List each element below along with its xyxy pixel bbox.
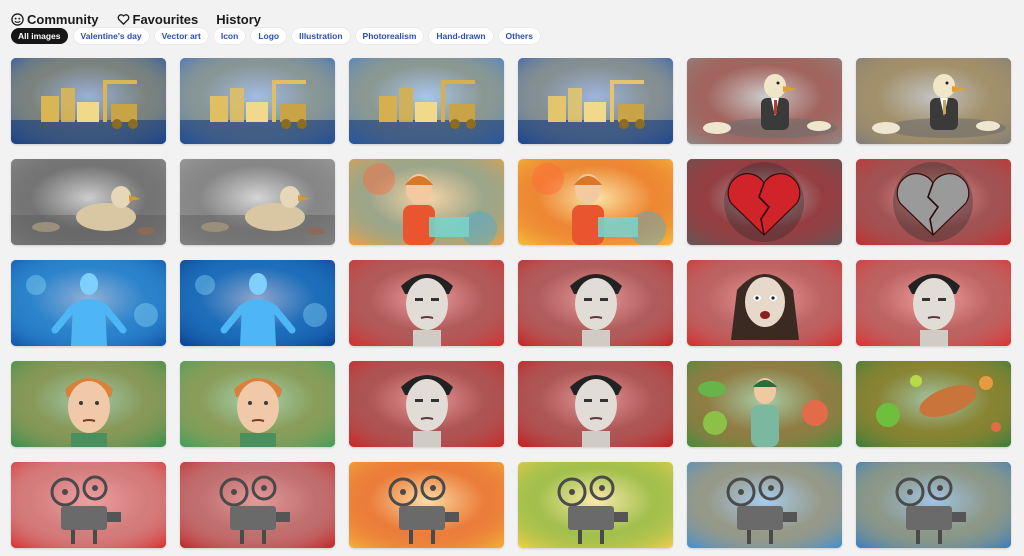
- thumbnail-artwork: [856, 159, 1011, 245]
- thumbnail-artwork: [349, 159, 504, 245]
- filter-chip-illustration[interactable]: Illustration: [292, 28, 350, 44]
- filter-chip-photorealism[interactable]: Photorealism: [355, 28, 424, 44]
- thumbnail-artwork: [518, 361, 673, 447]
- thumbnail-artwork: [180, 462, 335, 548]
- thumbnail-artwork: [856, 361, 1011, 447]
- gallery-image-broken-heart[interactable]: [687, 159, 842, 245]
- thumbnail-artwork: [349, 260, 504, 346]
- gallery-image-man-portrait[interactable]: [518, 361, 673, 447]
- gallery-image-film-projector[interactable]: [518, 462, 673, 548]
- thumbnail-artwork: [687, 462, 842, 548]
- gallery-image-toy-blocks[interactable]: [11, 58, 166, 144]
- thumbnail-artwork: [11, 159, 166, 245]
- thumbnail-artwork: [11, 462, 166, 548]
- thumbnail-artwork: [518, 58, 673, 144]
- gallery-image-ducks-in-water[interactable]: [180, 159, 335, 245]
- gallery-image-toy-blocks[interactable]: [518, 58, 673, 144]
- gallery-image-toy-blocks[interactable]: [180, 58, 335, 144]
- filter-chip-vector-art[interactable]: Vector art: [154, 28, 208, 44]
- gallery-image-woman-portrait[interactable]: [687, 260, 842, 346]
- thumbnail-artwork: [687, 260, 842, 346]
- thumbnail-artwork: [687, 361, 842, 447]
- gallery-image-boy-with-laptop[interactable]: [349, 159, 504, 245]
- nav-community[interactable]: Community: [11, 12, 99, 27]
- thumbnail-artwork: [687, 58, 842, 144]
- gallery-image-film-projector[interactable]: [349, 462, 504, 548]
- gallery-image-duck-in-suit[interactable]: [856, 58, 1011, 144]
- filter-chip-all-images[interactable]: All images: [11, 28, 68, 44]
- thumbnail-artwork: [856, 462, 1011, 548]
- thumbnail-artwork: [856, 260, 1011, 346]
- gallery-image-blue-figure[interactable]: [180, 260, 335, 346]
- filter-chip-hand-drawn[interactable]: Hand-drawn: [429, 28, 493, 44]
- filter-chip-icon[interactable]: Icon: [213, 28, 246, 44]
- thumbnail-artwork: [518, 260, 673, 346]
- thumbnail-artwork: [180, 159, 335, 245]
- community-icon: [11, 12, 24, 26]
- thumbnail-artwork: [180, 361, 335, 447]
- nav-community-label: Community: [27, 11, 99, 27]
- gallery-image-film-projector[interactable]: [856, 462, 1011, 548]
- thumbnail-artwork: [180, 260, 335, 346]
- nav-favourites[interactable]: Favourites: [117, 11, 199, 27]
- thumbnail-artwork: [349, 58, 504, 144]
- gallery-image-toy-blocks[interactable]: [349, 58, 504, 144]
- gallery-image-broken-heart[interactable]: [856, 159, 1011, 245]
- filter-chip-others[interactable]: Others: [498, 28, 540, 44]
- filter-chips: All images Valentine's day Vector art Ic…: [11, 28, 546, 45]
- nav-favourites-label: Favourites: [132, 11, 199, 27]
- filter-chip-valentines-day[interactable]: Valentine's day: [73, 28, 149, 44]
- gallery-image-germs-and-child[interactable]: [687, 361, 842, 447]
- thumbnail-artwork: [180, 58, 335, 144]
- gallery-image-man-portrait[interactable]: [856, 260, 1011, 346]
- thumbnail-artwork: [687, 159, 842, 245]
- thumbnail-artwork: [856, 58, 1011, 144]
- gallery-image-duck-in-suit[interactable]: [687, 58, 842, 144]
- gallery-image-man-portrait[interactable]: [349, 361, 504, 447]
- thumbnail-artwork: [11, 260, 166, 346]
- thumbnail-artwork: [518, 159, 673, 245]
- gallery-image-boy-with-laptop[interactable]: [518, 159, 673, 245]
- thumbnail-artwork: [11, 361, 166, 447]
- gallery-image-man-portrait-green[interactable]: [180, 361, 335, 447]
- nav-history[interactable]: History: [216, 12, 261, 27]
- heart-icon: [117, 13, 129, 25]
- gallery-image-ducks-in-water[interactable]: [11, 159, 166, 245]
- thumbnail-artwork: [518, 462, 673, 548]
- image-gallery: [11, 58, 1011, 548]
- filter-chip-logo[interactable]: Logo: [251, 28, 287, 44]
- gallery-image-germs[interactable]: [856, 361, 1011, 447]
- thumbnail-artwork: [349, 361, 504, 447]
- thumbnail-artwork: [349, 462, 504, 548]
- gallery-image-film-projector[interactable]: [11, 462, 166, 548]
- thumbnail-artwork: [11, 58, 166, 144]
- gallery-image-man-portrait-green[interactable]: [11, 361, 166, 447]
- gallery-image-film-projector[interactable]: [180, 462, 335, 548]
- gallery-image-man-portrait[interactable]: [349, 260, 504, 346]
- gallery-image-man-portrait[interactable]: [518, 260, 673, 346]
- gallery-image-film-projector[interactable]: [687, 462, 842, 548]
- gallery-image-blue-figure[interactable]: [11, 260, 166, 346]
- top-nav: Community Favourites History: [11, 9, 279, 29]
- nav-history-label: History: [216, 11, 262, 27]
